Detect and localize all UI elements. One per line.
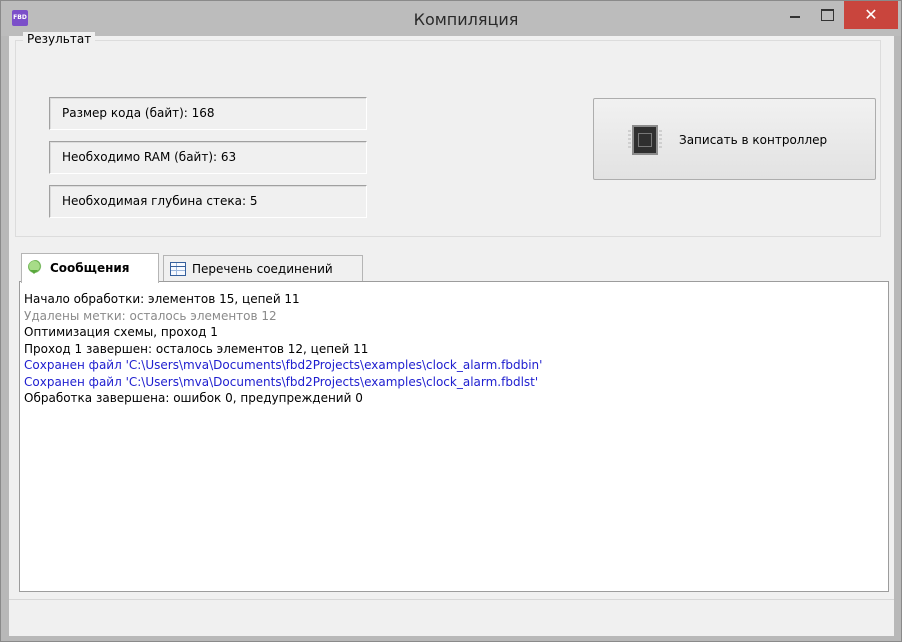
maximize-button[interactable] (811, 1, 843, 29)
tab-messages[interactable]: Сообщения (21, 253, 159, 283)
table-icon (170, 262, 186, 276)
message-line: Сохранен файл 'C:\Users\mva\Documents\fb… (24, 374, 539, 389)
app-icon: FBD (12, 10, 28, 26)
write-to-controller-button[interactable]: Записать в контроллер (593, 98, 876, 180)
window-title: Компиляция (413, 10, 519, 29)
close-button[interactable]: ✕ (844, 1, 898, 29)
result-group-label: Результат (23, 32, 96, 46)
code-size-field: Размер кода (байт): 168 (49, 97, 367, 130)
compile-window: FBD Компиляция ✕ Результат Размер кода (… (0, 0, 902, 642)
tab-bar: Сообщения Перечень соединений (21, 253, 881, 283)
status-bar (9, 599, 894, 636)
chip-icon (628, 125, 662, 155)
stack-depth-field: Необходимая глубина стека: 5 (49, 185, 367, 218)
ram-needed-field: Необходимо RAM (байт): 63 (49, 141, 367, 174)
title-bar[interactable]: FBD Компиляция ✕ (1, 1, 901, 36)
write-to-controller-label: Записать в контроллер (679, 133, 828, 147)
message-line: Удалены метки: осталось элементов 12 (24, 308, 277, 323)
tab-messages-label: Сообщения (50, 261, 130, 275)
tab-connections[interactable]: Перечень соединений (163, 255, 363, 281)
minimize-button[interactable] (779, 1, 811, 29)
messages-panel[interactable]: Начало обработки: элементов 15, цепей 11… (19, 281, 889, 592)
tab-connections-label: Перечень соединений (192, 262, 333, 276)
message-line: Оптимизация схемы, проход 1 (24, 325, 218, 339)
speech-bubble-icon (28, 260, 44, 274)
message-line: Проход 1 завершен: осталось элементов 12… (24, 341, 369, 356)
message-line: Сохранен файл 'C:\Users\mva\Documents\fb… (24, 358, 543, 372)
message-line: Начало обработки: элементов 15, цепей 11 (24, 292, 300, 306)
message-line: Обработка завершена: ошибок 0, предупреж… (24, 391, 363, 405)
